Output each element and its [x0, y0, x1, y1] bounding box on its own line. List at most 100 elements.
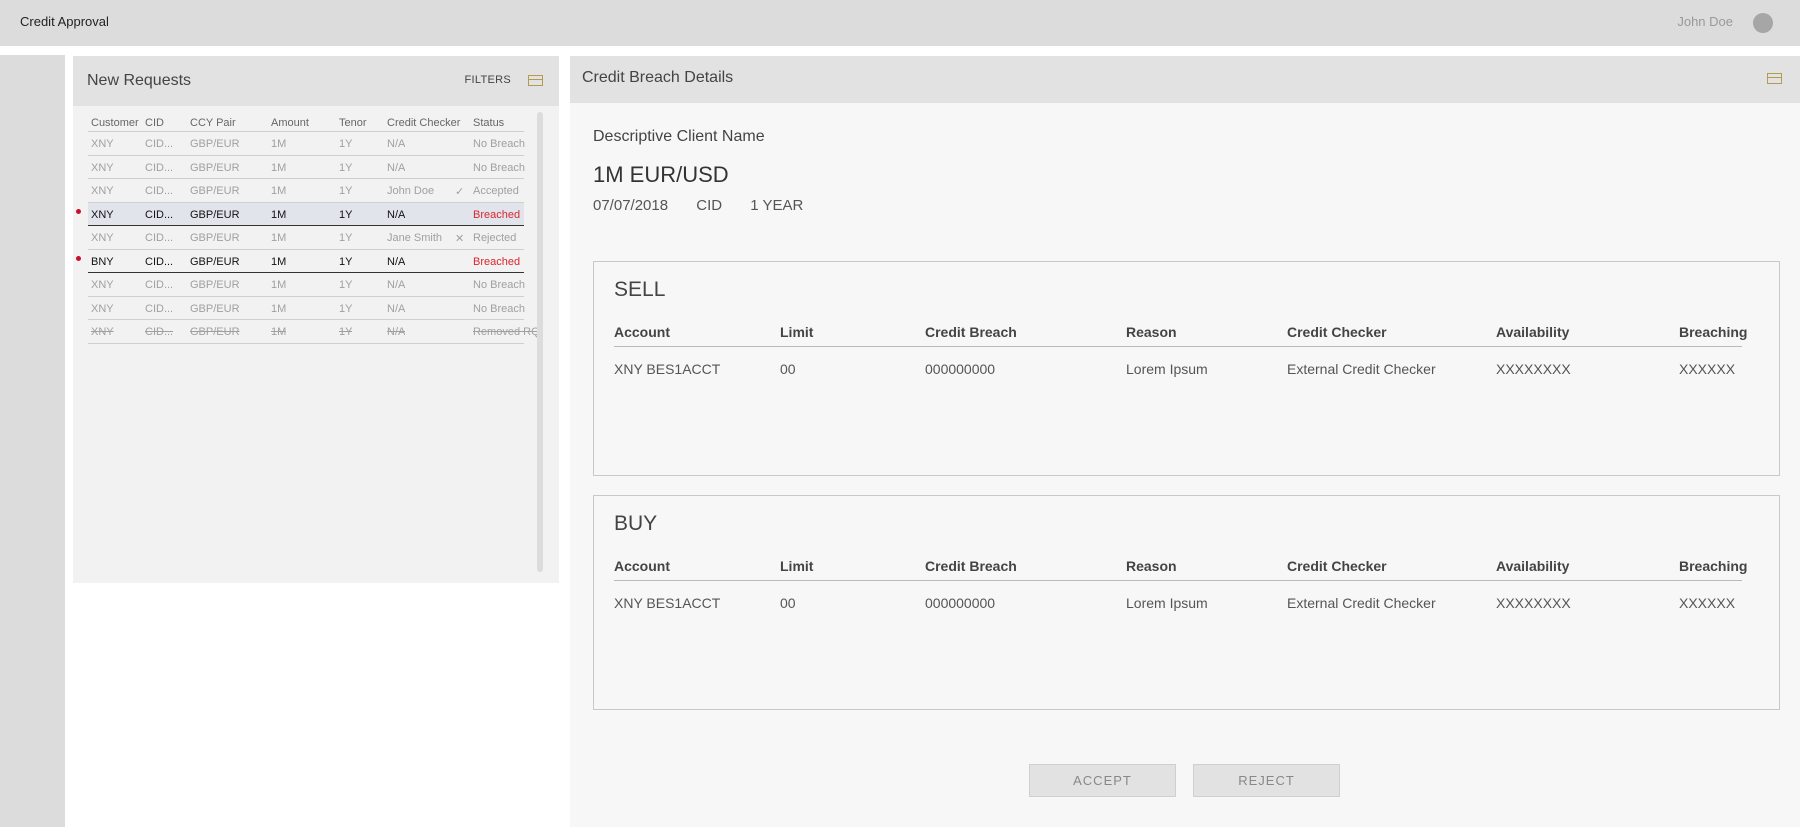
deal-cid: CID [696, 197, 723, 214]
buy-credit-checker-value: External Credit Checker [1287, 595, 1436, 611]
requests-table: Customer CID CCY Pair Amount Tenor Credi… [76, 110, 540, 344]
cid-cell: CID... [145, 302, 174, 315]
customer-cell: XNY [91, 302, 114, 315]
amount-cell: 1M [271, 326, 287, 338]
amount-cell: 1M [271, 208, 287, 221]
accept-button[interactable]: ACCEPT [1029, 764, 1176, 797]
credit-checker-cell: John Doe [387, 185, 435, 197]
app-title: Credit Approval [20, 14, 109, 29]
column-header-tenor[interactable]: Tenor [339, 117, 367, 129]
table-row[interactable]: XNY CID... GBP/EUR 1M 1Y N/A No Breach [88, 132, 525, 156]
column-header-status[interactable]: Status [473, 117, 541, 129]
buy-column-header-limit: Limit [780, 558, 814, 574]
sell-availability-value: XXXXXXXX [1496, 361, 1571, 377]
buy-column-header-credit-checker: Credit Checker [1287, 558, 1387, 574]
ccy-pair-cell: GBP/EUR [190, 255, 240, 268]
credit-checker-cell: N/A [387, 302, 406, 315]
table-row[interactable]: XNY CID... GBP/EUR 1M 1Y N/A No Breach [88, 156, 525, 179]
credit-breach-details-panel: Credit Breach Details Descriptive Client… [570, 56, 1800, 827]
credit-checker-cell: N/A [387, 255, 406, 268]
cid-cell: CID... [145, 138, 174, 150]
status-cell: No Breach [473, 138, 525, 150]
check-icon: ✓ [455, 186, 465, 198]
customer-cell: XNY [91, 279, 114, 291]
customer-cell: BNY [91, 255, 114, 268]
sell-credit-breach-value: 000000000 [925, 361, 996, 377]
details-header: Credit Breach Details [570, 56, 1800, 103]
cid-cell: CID... [145, 161, 174, 174]
status-cell: Accepted [473, 185, 519, 197]
sell-column-header-availability: Availability [1496, 324, 1570, 340]
table-row[interactable]: XNY CID... GBP/EUR 1M 1Y John Doe Accepted ✓ [88, 179, 524, 203]
sell-breaching-value: XXXXXX [1679, 361, 1736, 377]
sell-column-header-breaching: Breaching [1679, 324, 1748, 340]
requests-header: New Requests FILTERS [73, 56, 559, 106]
sell-divider [614, 346, 1742, 347]
table-row[interactable]: XNY CID... GBP/EUR 1M 1Y N/A Breached [76, 202, 524, 226]
requests-scrollbar[interactable] [537, 112, 543, 572]
buy-credit-breach-value: 000000000 [925, 595, 996, 611]
user-name[interactable]: John Doe [1677, 14, 1733, 29]
deal-meta: 07/07/2018 CID 1 YEAR [593, 197, 827, 214]
tenor-cell: 1Y [339, 208, 353, 221]
ccy-pair-cell: GBP/EUR [190, 232, 240, 244]
amount-cell: 1M [271, 302, 287, 315]
column-header-credit-checker[interactable]: Credit Checker [387, 117, 460, 129]
column-header-ccy-pair[interactable]: CCY Pair [190, 117, 236, 129]
status-cell: No Breach [473, 279, 525, 291]
requests-title: New Requests [87, 72, 192, 89]
buy-reason-value: Lorem Ipsum [1126, 595, 1208, 611]
buy-availability-value: XXXXXXXX [1496, 595, 1571, 611]
panel-toggle-icon[interactable] [1767, 73, 1782, 84]
column-header-customer[interactable]: Customer [91, 117, 139, 129]
status-cell: Rejected [473, 232, 517, 244]
table-row[interactable]: BNY CID... GBP/EUR 1M 1Y N/A Breached [76, 250, 524, 273]
breach-indicator-dot [76, 255, 81, 261]
reject-button[interactable]: REJECT [1193, 764, 1340, 797]
credit-checker-cell: N/A [387, 208, 406, 221]
ccy-pair-cell: GBP/EUR [190, 208, 240, 221]
new-requests-panel: New Requests FILTERS Customer CID CCY Pa… [73, 56, 559, 583]
tenor-cell: 1Y [339, 326, 353, 338]
credit-checker-cell: Jane Smith [387, 232, 443, 244]
credit-checker-cell: N/A [387, 138, 406, 150]
customer-cell: XNY [91, 326, 114, 338]
table-row[interactable]: XNY CID... GBP/EUR 1M 1Y N/A No Breach [88, 273, 525, 297]
table-row[interactable]: XNY CID... GBP/EUR 1M 1Y N/A Removed RQ [88, 320, 540, 344]
buy-column-header-account: Account [614, 558, 670, 574]
avatar[interactable] [1753, 13, 1773, 33]
amount-cell: 1M [271, 255, 287, 268]
buy-column-header-credit-breach: Credit Breach [925, 558, 1017, 574]
sell-column-header-limit: Limit [780, 324, 814, 340]
status-cell: No Breach [473, 302, 525, 315]
cid-cell: CID... [145, 255, 174, 268]
details-title: Credit Breach Details [582, 69, 734, 86]
table-row[interactable]: XNY CID... GBP/EUR 1M 1Y N/A No Breach [88, 297, 525, 320]
table-row[interactable]: XNY CID... GBP/EUR 1M 1Y Jane Smith Rejected ✕ [88, 226, 524, 250]
sell-card: SELL Account Limit Credit Breach Reason Credi… [593, 261, 1780, 476]
sell-limit-value: 00 [780, 361, 796, 377]
tenor-cell: 1Y [339, 279, 353, 291]
credit-checker-cell: N/A [387, 326, 406, 338]
cid-cell: CID... [145, 208, 174, 221]
status-cell: Breached [473, 208, 521, 221]
customer-cell: XNY [91, 161, 114, 174]
status-cell: Breached [473, 255, 521, 268]
sell-column-header-reason: Reason [1126, 324, 1177, 340]
panel-toggle-icon[interactable] [528, 75, 543, 86]
amount-cell: 1M [271, 279, 287, 291]
column-header-amount[interactable]: Amount [271, 117, 309, 129]
tenor-cell: 1Y [339, 185, 353, 197]
ccy-pair-cell: GBP/EUR [190, 279, 240, 291]
customer-cell: XNY [91, 138, 114, 150]
credit-checker-cell: N/A [387, 161, 406, 174]
column-header-cid[interactable]: CID [145, 117, 175, 129]
sell-reason-value: Lorem Ipsum [1126, 361, 1208, 377]
buy-card: BUY Account Limit Credit Breach Reason Credit… [593, 495, 1780, 710]
filters-button[interactable]: FILTERS [464, 74, 511, 86]
sell-credit-checker-value: External Credit Checker [1287, 361, 1436, 377]
customer-cell: XNY [91, 185, 114, 197]
sell-column-header-credit-checker: Credit Checker [1287, 324, 1387, 340]
ccy-pair-cell: GBP/EUR [190, 302, 240, 315]
tenor-cell: 1Y [339, 138, 353, 150]
